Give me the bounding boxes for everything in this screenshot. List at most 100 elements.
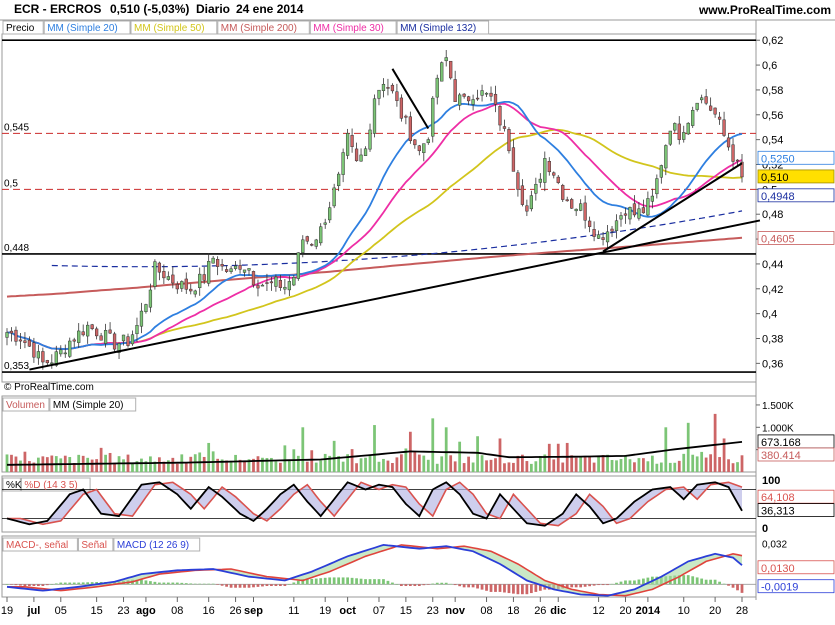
volume-bar bbox=[534, 461, 538, 472]
candle-body bbox=[341, 152, 345, 175]
macd-hist-bar bbox=[476, 584, 479, 589]
level-label-2: 0,5 bbox=[4, 178, 18, 189]
candle-body bbox=[229, 268, 233, 272]
candle-body bbox=[471, 99, 475, 105]
macd-hist-bar bbox=[494, 584, 497, 592]
price-legend-0: Precio bbox=[6, 23, 35, 34]
macd-hist-bar bbox=[364, 579, 367, 585]
candle-body bbox=[278, 280, 283, 288]
volume-bar bbox=[633, 462, 636, 472]
macd-hist-bar bbox=[140, 579, 143, 585]
level-label-1: 0,545 bbox=[4, 122, 29, 133]
candle-body bbox=[328, 207, 332, 221]
candle-body bbox=[99, 335, 103, 341]
macd-hist-bar bbox=[28, 584, 31, 587]
candle-body bbox=[493, 93, 498, 105]
candle-body bbox=[520, 185, 525, 205]
macd-hist-bar bbox=[449, 583, 453, 585]
volume-bar bbox=[256, 456, 260, 472]
period-text: Diario bbox=[196, 2, 230, 16]
candle-body bbox=[408, 116, 412, 142]
volume-bar bbox=[296, 455, 300, 472]
macd-hist-bar bbox=[503, 584, 506, 593]
symbol-title: ECR - ERCROS bbox=[14, 2, 101, 16]
price-ytick-label-2: 0,4 bbox=[762, 309, 777, 321]
volume-bar bbox=[207, 442, 211, 472]
macd-hist-bar bbox=[736, 584, 739, 591]
volume-bar bbox=[700, 451, 704, 472]
macd-hist-bar bbox=[323, 577, 327, 585]
candle-body bbox=[166, 276, 170, 280]
macd-hist-bar bbox=[265, 584, 269, 587]
macd-hist-bar bbox=[507, 584, 511, 594]
volume-bar bbox=[480, 455, 484, 472]
volume-bar bbox=[709, 454, 713, 472]
volume-bar bbox=[301, 427, 305, 472]
volume-tag-1: 380.414 bbox=[761, 450, 801, 462]
price-ytick-label-1: 0,38 bbox=[762, 334, 783, 346]
xtick-label-12: oct bbox=[339, 605, 356, 617]
volume-legend-0: Volumen bbox=[6, 400, 45, 411]
candle-body bbox=[691, 110, 695, 126]
volume-bar bbox=[323, 453, 327, 472]
stoch-tag-0: 64,108 bbox=[761, 492, 795, 504]
candle-body bbox=[63, 352, 67, 355]
candle-body bbox=[686, 122, 690, 135]
candle-body bbox=[552, 172, 556, 176]
candle-body bbox=[274, 276, 278, 287]
volume-bar bbox=[234, 454, 237, 472]
candle-body bbox=[413, 139, 417, 146]
candle-body bbox=[296, 252, 300, 279]
macd-hist-bar bbox=[355, 578, 358, 585]
macd-hist-bar bbox=[252, 584, 255, 588]
volume-bar bbox=[279, 462, 282, 472]
volume-bar bbox=[485, 460, 488, 472]
volume-bar bbox=[525, 461, 529, 472]
volume-bar bbox=[395, 457, 399, 472]
volume-bar bbox=[552, 459, 556, 472]
price-ytick-label-12: 0,6 bbox=[762, 60, 777, 72]
volume-bar bbox=[287, 459, 291, 472]
xtick-label-16: nov bbox=[445, 605, 465, 617]
volume-bar bbox=[538, 455, 542, 472]
candle-body bbox=[220, 264, 224, 267]
volume-bar bbox=[373, 425, 376, 472]
macd-hist-bar bbox=[54, 583, 58, 585]
volume-bar bbox=[453, 461, 457, 472]
macd-hist-bar bbox=[328, 577, 332, 585]
macd-hist-bar bbox=[41, 584, 45, 587]
brand-text[interactable]: www.ProRealTime.com bbox=[698, 3, 831, 17]
candle-body bbox=[614, 220, 619, 231]
volume-bar bbox=[314, 462, 318, 472]
candle-body bbox=[583, 202, 587, 221]
candle-body bbox=[216, 259, 220, 267]
macd-hist-bar bbox=[45, 584, 49, 586]
macd-hist-bar bbox=[686, 575, 690, 585]
candle-body bbox=[596, 234, 601, 239]
macd-hist-bar bbox=[153, 581, 157, 585]
price-legend-1: MM (Simple 20) bbox=[47, 23, 118, 34]
macd-hist-bar bbox=[287, 584, 291, 585]
macd-hist-bar bbox=[220, 584, 224, 586]
macd-hist-bar bbox=[5, 584, 9, 585]
macd-hist-bar bbox=[72, 582, 76, 585]
volume-bar bbox=[131, 463, 134, 472]
candle-body bbox=[144, 304, 148, 312]
volume-bar bbox=[10, 454, 13, 472]
macd-hist-bar bbox=[709, 579, 713, 585]
level-label-4: 0,353 bbox=[4, 361, 29, 372]
candle-body bbox=[256, 285, 260, 289]
candle-body bbox=[641, 207, 646, 214]
macd-hist-bar bbox=[346, 577, 349, 585]
candle-body bbox=[422, 143, 426, 153]
macd-hist-bar bbox=[606, 584, 609, 586]
volume-bar bbox=[695, 456, 699, 472]
candle-body bbox=[81, 331, 85, 336]
macd-hist-bar bbox=[583, 584, 587, 587]
price-legend-2: MM (Simple 50) bbox=[134, 23, 205, 34]
macd-hist-bar bbox=[50, 584, 54, 585]
price-legend-5: MM (Simple 132) bbox=[400, 23, 476, 34]
last-price-text: 0,510 (-5,03%) bbox=[110, 2, 189, 16]
macd-hist-bar bbox=[588, 584, 592, 587]
watermark-text: © ProRealTime.com bbox=[4, 382, 94, 393]
